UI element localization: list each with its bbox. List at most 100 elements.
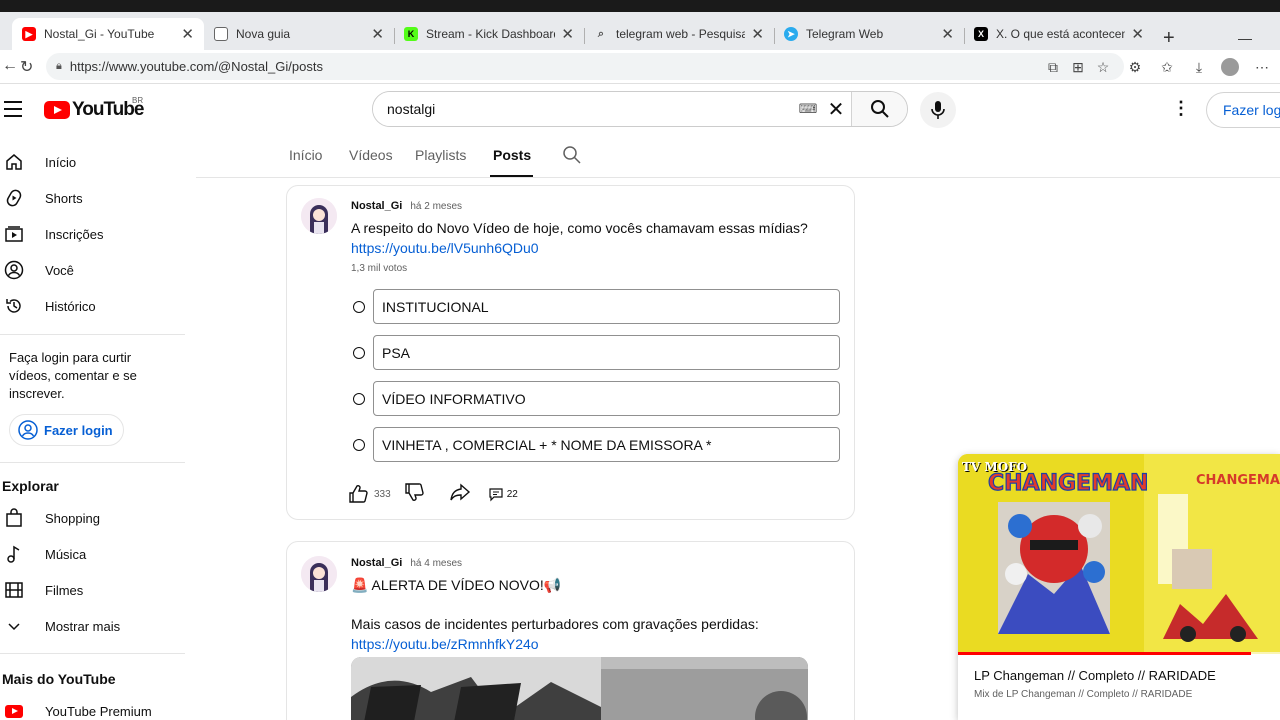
more-options-icon[interactable]: ⋮ <box>1172 98 1190 119</box>
share-button[interactable] <box>449 481 471 508</box>
poll-option[interactable]: PSA <box>351 335 841 371</box>
youtube-logo[interactable]: YouTube <box>44 99 144 121</box>
dislike-button[interactable] <box>403 481 425 508</box>
sidebar-item-shorts[interactable]: Shorts <box>0 180 185 216</box>
microphone-icon <box>931 101 945 119</box>
miniplayer-subtitle: Mix de LP Changeman // Completo // RARID… <box>974 689 1193 700</box>
close-icon[interactable]: ✕ <box>561 25 574 43</box>
search-input[interactable] <box>373 92 795 126</box>
kick-icon: K <box>404 27 418 41</box>
close-icon[interactable]: ✕ <box>371 25 384 43</box>
address-bar[interactable]: 🔒︎ https://www.youtube.com/@Nostal_Gi/po… <box>46 53 1124 80</box>
close-icon[interactable]: ✕ <box>181 25 194 43</box>
radio-button[interactable] <box>353 393 365 405</box>
close-icon[interactable]: ✕ <box>1131 25 1144 43</box>
music-icon <box>2 542 26 566</box>
explore-heading: Explorar <box>2 478 59 494</box>
post-author[interactable]: Nostal_Gi <box>351 200 402 212</box>
poll-option-label[interactable]: VÍDEO INFORMATIVO <box>373 381 840 416</box>
miniplayer-progress-bar[interactable] <box>958 652 1280 655</box>
sidebar-login-button[interactable]: Fazer login <box>9 414 124 446</box>
comment-icon <box>489 488 503 502</box>
lock-icon: 🔒︎ <box>56 60 62 72</box>
browser-tab-x[interactable]: X X. O que está acontecendo / X ✕ <box>964 18 1154 50</box>
browser-tab-new[interactable]: Nova guia ✕ <box>204 18 394 50</box>
menu-icon[interactable] <box>4 101 22 122</box>
poll-option-label[interactable]: VINHETA , COMERCIAL + * NOME DA EMISSORA… <box>373 427 840 462</box>
browser-tab-telegram[interactable]: ➤ Telegram Web ✕ <box>774 18 964 50</box>
poll-option-label[interactable]: INSTITUCIONAL <box>373 289 840 324</box>
sidebar-item-show-more[interactable]: Mostrar mais <box>0 608 185 644</box>
browser-tab-youtube[interactable]: ▶ Nostal_Gi - YouTube ✕ <box>12 18 204 50</box>
post-time[interactable]: há 4 meses <box>410 558 462 569</box>
post-author[interactable]: Nostal_Gi <box>351 557 402 569</box>
x-logo-icon: X <box>974 27 988 41</box>
sidebar-item-home[interactable]: Início <box>0 144 185 180</box>
sidebar-item-youtube-premium[interactable]: YouTube Premium <box>0 693 185 720</box>
favorite-star-icon[interactable]: ☆ <box>1094 58 1112 76</box>
sidebar-item-movies[interactable]: Filmes <box>0 572 185 608</box>
refresh-icon[interactable]: ↻ <box>20 57 33 77</box>
radio-button[interactable] <box>353 301 365 313</box>
poll-option[interactable]: VÍDEO INFORMATIVO <box>351 381 841 417</box>
browser-tab-kick[interactable]: K Stream - Kick Dashboard ✕ <box>394 18 584 50</box>
poll-option[interactable]: INSTITUCIONAL <box>351 289 841 325</box>
back-icon[interactable]: ← <box>2 57 18 75</box>
sidebar-item-subscriptions[interactable]: Inscrições <box>0 216 185 252</box>
avatar[interactable] <box>301 556 337 592</box>
apps-icon[interactable]: ⊞ <box>1069 58 1087 76</box>
downloads-icon[interactable]: ⤓ <box>1190 58 1208 76</box>
sidebar-item-shopping[interactable]: Shopping <box>0 500 185 536</box>
vote-count: 1,3 mil votos <box>351 263 408 274</box>
url-text: https://www.youtube.com/@Nostal_Gi/posts <box>69 59 323 74</box>
progress-fill <box>958 652 1252 655</box>
tab-home[interactable]: Início <box>289 147 322 163</box>
post-link[interactable]: https://youtu.be/zRmnhfkY24o <box>351 636 539 652</box>
miniplayer[interactable]: CHANGEMAN CHANGEMAN TV MOFO LP Changeman… <box>958 454 1280 720</box>
poll-option-label[interactable]: PSA <box>373 335 840 370</box>
sidebar-item-history[interactable]: Histórico <box>0 288 185 324</box>
avatar[interactable] <box>301 198 337 234</box>
extensions-icon[interactable]: ⚙ <box>1126 58 1144 76</box>
sidebar-item-you[interactable]: Você <box>0 252 185 288</box>
close-icon[interactable]: ✕ <box>751 25 764 43</box>
sidebar-item-music[interactable]: Música <box>0 536 185 572</box>
channel-search-button[interactable] <box>562 145 582 170</box>
home-icon <box>2 150 26 174</box>
favorites-icon[interactable]: ✩ <box>1158 58 1176 76</box>
sidebar-divider <box>0 462 185 463</box>
post-header: Nostal_Gi há 4 meses <box>351 557 462 569</box>
minimize-window-button[interactable]: — <box>1238 30 1252 46</box>
translate-icon[interactable]: ⧉ <box>1044 58 1062 76</box>
miniplayer-video[interactable]: CHANGEMAN CHANGEMAN TV MOFO <box>958 454 1280 654</box>
post-image[interactable] <box>351 657 808 720</box>
tab-posts[interactable]: Posts <box>493 147 531 163</box>
post-header: Nostal_Gi há 2 meses <box>351 200 462 212</box>
search-button[interactable] <box>851 92 907 126</box>
like-count: 333 <box>374 488 391 500</box>
youtube-header: YouTube BR ⌨ ✕ ⋮ Fazer login <box>0 84 1280 136</box>
comments-button[interactable]: 22 <box>488 486 518 502</box>
tab-playlists[interactable]: Playlists <box>415 147 466 163</box>
keyboard-icon[interactable]: ⌨ <box>795 92 821 126</box>
settings-menu-icon[interactable]: ⋯ <box>1253 58 1271 76</box>
like-button[interactable]: 333 <box>347 483 391 505</box>
post-link[interactable]: https://youtu.be/lV5unh6QDu0 <box>351 240 539 256</box>
new-tab-button[interactable]: + <box>1163 28 1175 48</box>
browser-tab-search[interactable]: ⌕ telegram web - Pesquisar ✕ <box>584 18 774 50</box>
radio-button[interactable] <box>353 439 365 451</box>
window-top-strip <box>0 0 1280 12</box>
close-icon[interactable]: ✕ <box>941 25 954 43</box>
tab-videos[interactable]: Vídeos <box>349 147 393 163</box>
browser-toolbar: ← ↻ 🔒︎ https://www.youtube.com/@Nostal_G… <box>0 50 1280 84</box>
search-box: ⌨ ✕ <box>372 91 908 127</box>
radio-button[interactable] <box>353 347 365 359</box>
poll-option[interactable]: VINHETA , COMERCIAL + * NOME DA EMISSORA… <box>351 427 841 463</box>
voice-search-button[interactable] <box>920 92 956 128</box>
post-time[interactable]: há 2 meses <box>410 201 462 212</box>
clear-search-icon[interactable]: ✕ <box>821 92 851 126</box>
header-login-button[interactable]: Fazer login <box>1206 92 1280 128</box>
youtube-play-icon <box>44 101 70 119</box>
profile-avatar[interactable] <box>1221 58 1239 76</box>
miniplayer-title[interactable]: LP Changeman // Completo // RARIDADE <box>974 668 1216 683</box>
